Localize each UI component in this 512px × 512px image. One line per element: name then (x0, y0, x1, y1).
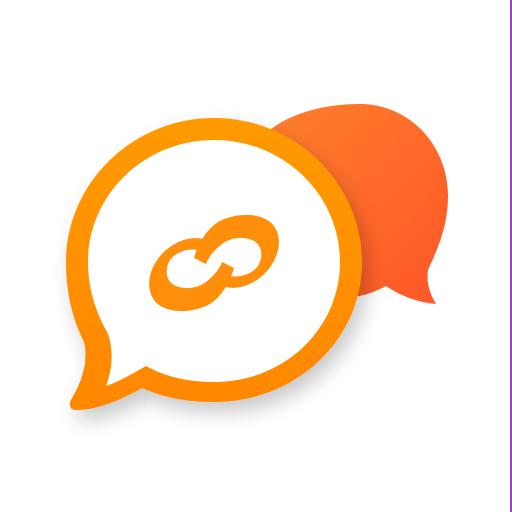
chat-link-logo-icon (66, 104, 448, 410)
app-icon-canvas (0, 0, 512, 512)
front-bubble-icon (66, 118, 362, 410)
